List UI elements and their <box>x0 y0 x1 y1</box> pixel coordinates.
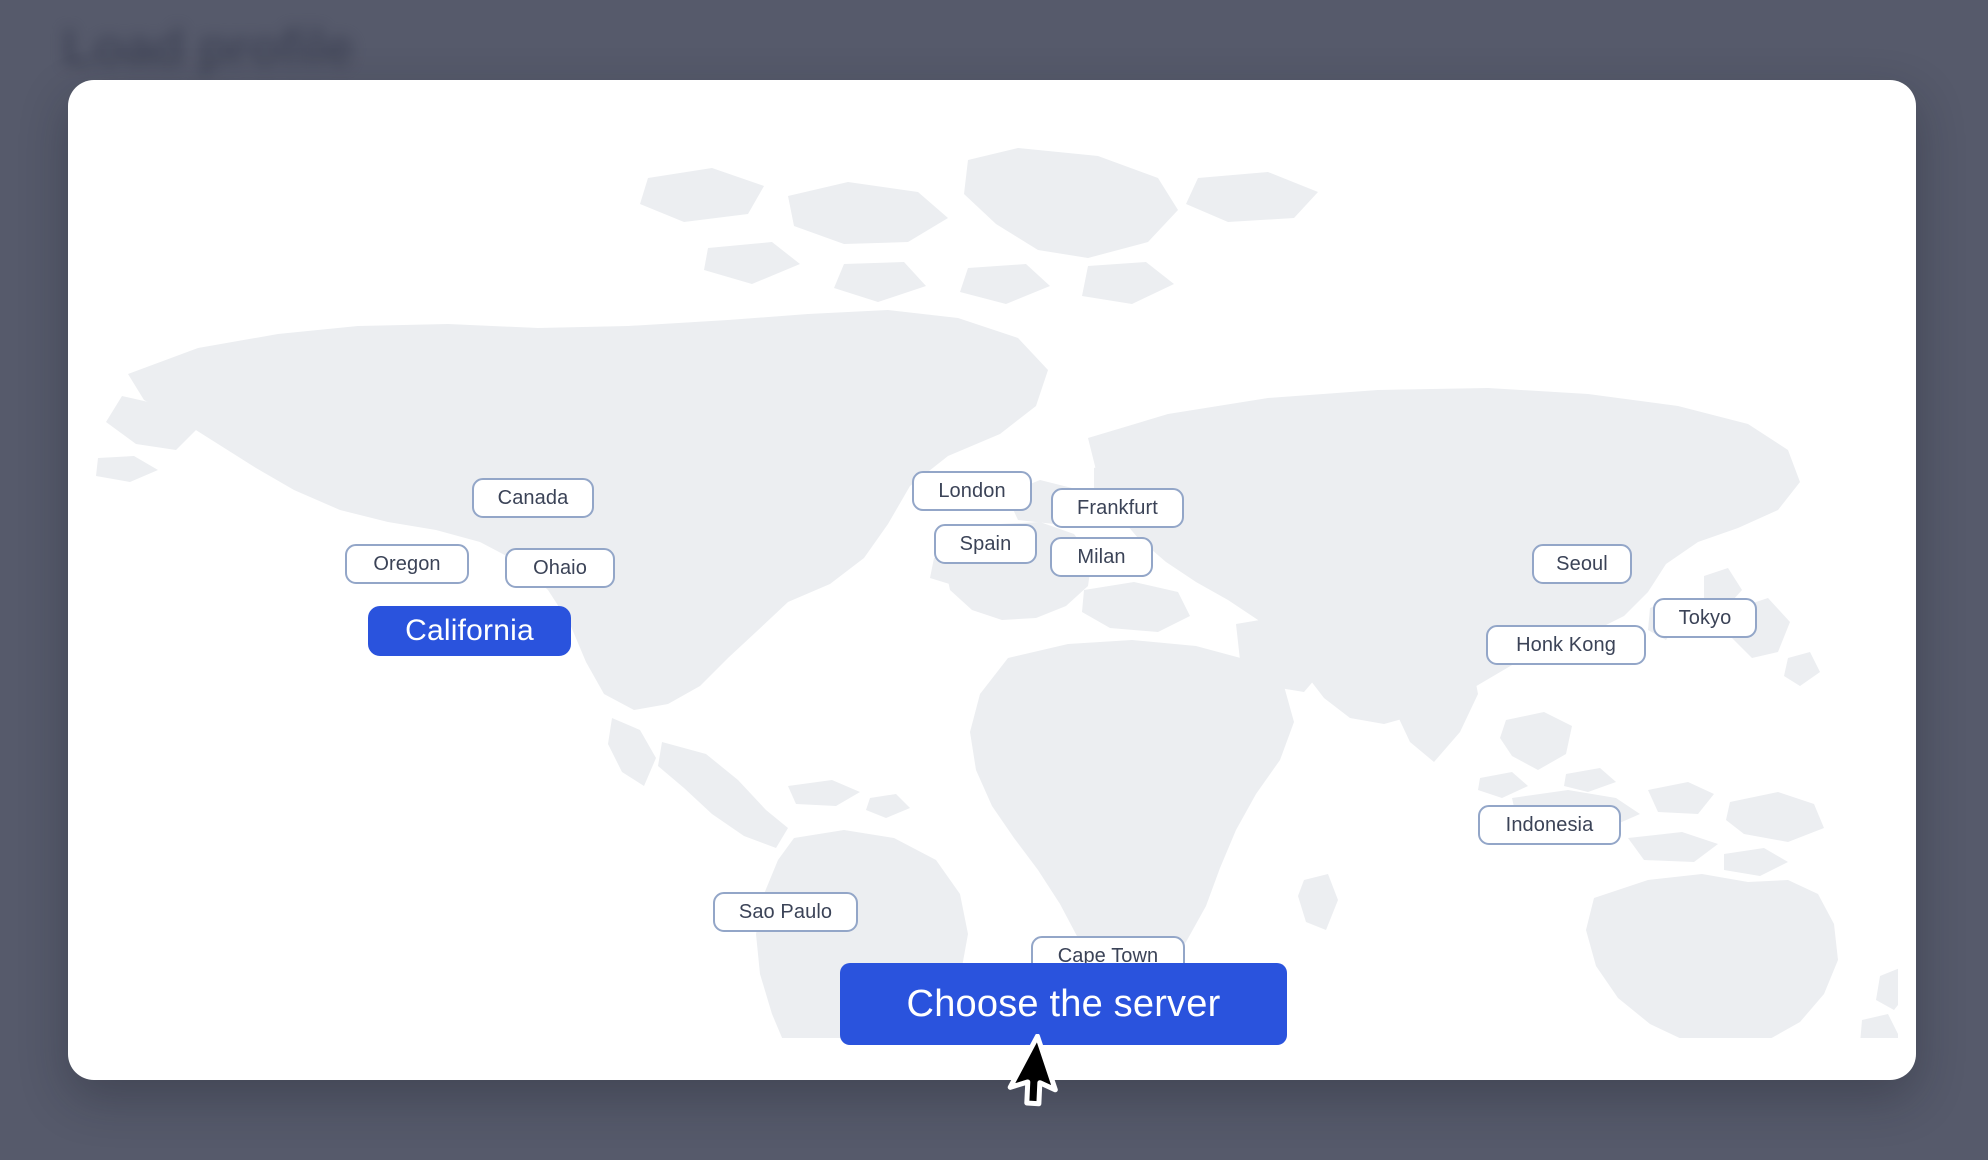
region-chip-tokyo[interactable]: Tokyo <box>1653 598 1757 638</box>
region-chip-seoul[interactable]: Seoul <box>1532 544 1632 584</box>
region-chip-milan[interactable]: Milan <box>1050 537 1153 577</box>
region-chip-sao-paulo[interactable]: Sao Paulo <box>713 892 858 932</box>
region-chip-indonesia[interactable]: Indonesia <box>1478 805 1621 845</box>
region-chip-spain[interactable]: Spain <box>934 524 1037 564</box>
region-chip-frankfurt[interactable]: Frankfurt <box>1051 488 1184 528</box>
region-chip-oregon[interactable]: Oregon <box>345 544 469 584</box>
region-chip-honk-kong[interactable]: Honk Kong <box>1486 625 1646 665</box>
choose-server-button[interactable]: Choose the server <box>840 963 1287 1045</box>
server-location-dialog: Canada Oregon Ohaio California London Frankfu… <box>68 80 1916 1080</box>
region-chip-canada[interactable]: Canada <box>472 478 594 518</box>
region-chip-california[interactable]: California <box>368 606 571 656</box>
world-map <box>68 80 1916 1080</box>
region-chip-ohaio[interactable]: Ohaio <box>505 548 615 588</box>
world-map-svg <box>96 148 1898 1038</box>
page-title: Load profile <box>62 19 354 77</box>
landmasses <box>96 148 1898 1038</box>
region-chip-london[interactable]: London <box>912 471 1032 511</box>
